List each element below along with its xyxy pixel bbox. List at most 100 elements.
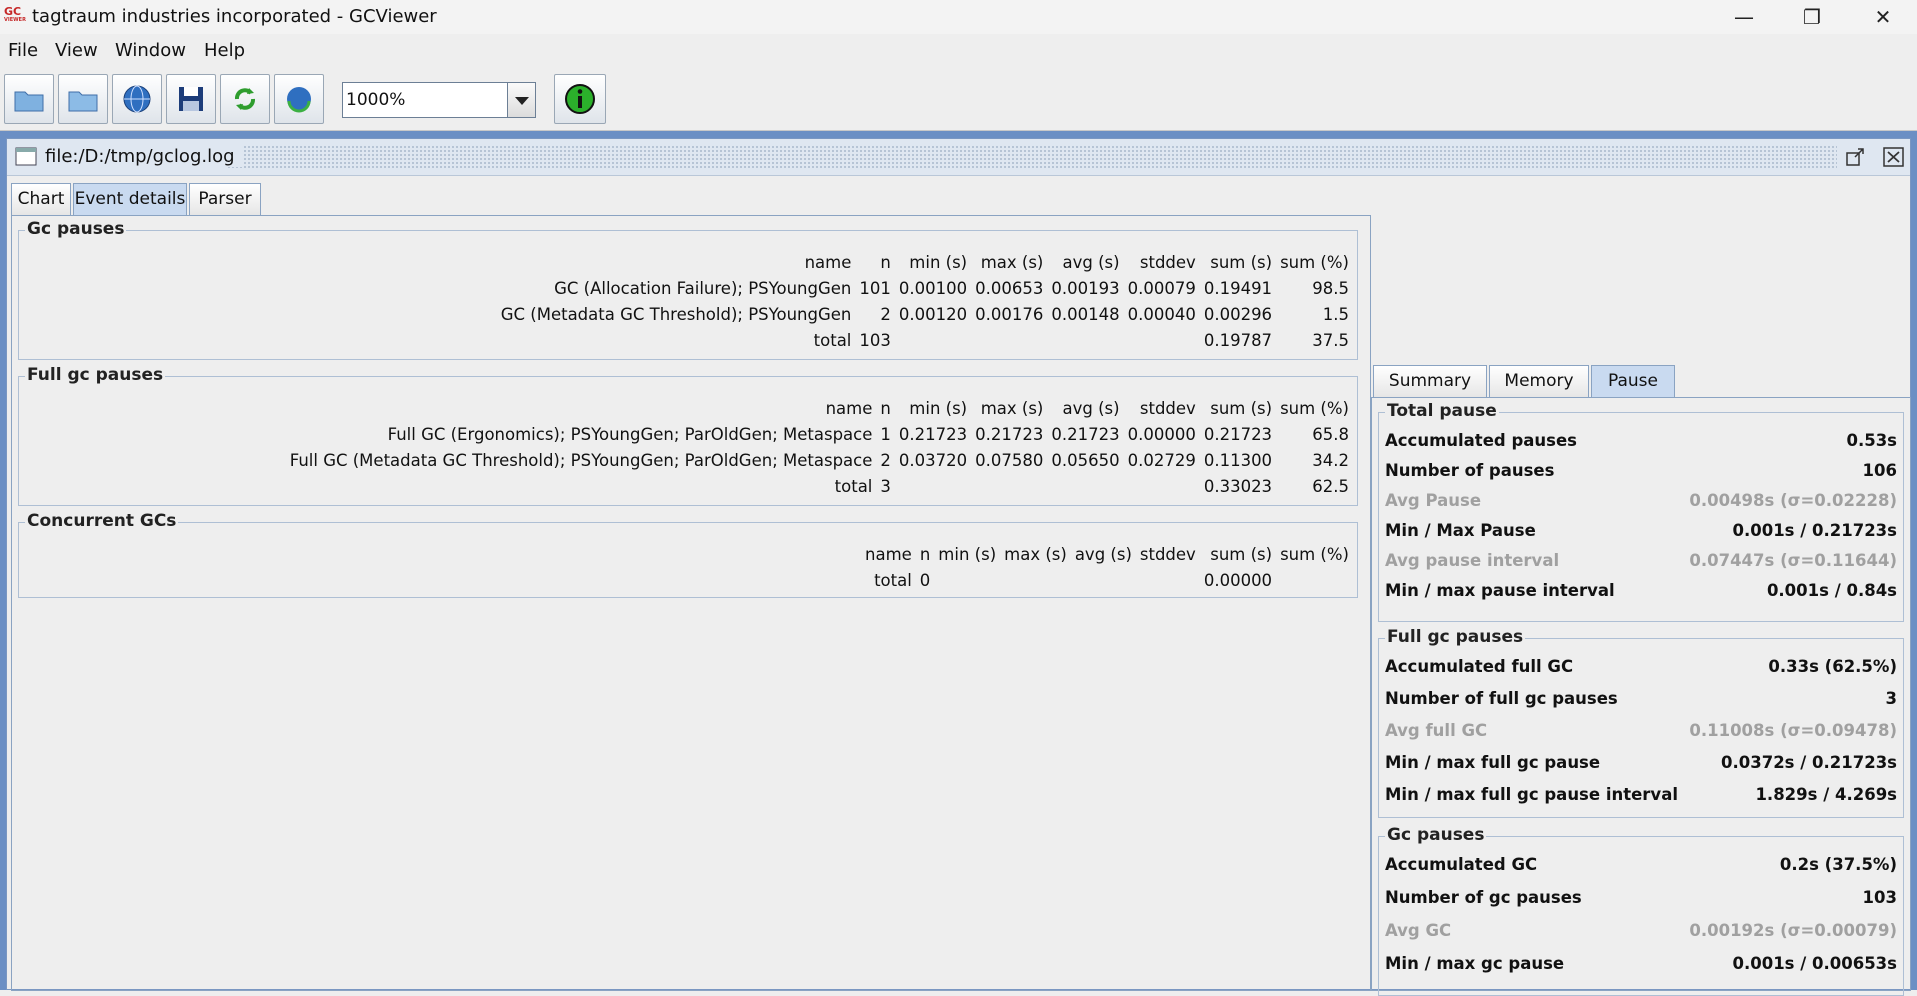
table-total-row: total 3 0.33023 62.5 — [286, 473, 1353, 499]
gcviewer-logo-icon: GC VIEWER — [4, 5, 26, 23]
cell: 0.00193 — [1051, 278, 1120, 298]
cell: 0.00000 — [1127, 424, 1196, 444]
cell: 0.00176 — [975, 304, 1044, 324]
window-title: tagtraum industries incorporated - GCVie… — [32, 6, 437, 27]
cell — [934, 567, 1000, 593]
cell — [1276, 567, 1353, 593]
cell — [1124, 327, 1200, 353]
cell: 0.21723 — [1051, 424, 1120, 444]
header-cell: avg (s) — [1062, 398, 1120, 418]
cell — [895, 473, 971, 499]
table-header-row: name n min (s) max (s) avg (s) stddev su… — [286, 395, 1353, 421]
header-cell: min (s) — [909, 398, 968, 418]
cell: 0.02729 — [1127, 450, 1196, 470]
table-row: GC (Metadata GC Threshold); PSYoungGen 2… — [497, 301, 1353, 327]
cell — [971, 473, 1047, 499]
header-cell: sum (s) — [1210, 252, 1273, 272]
tab-parser[interactable]: Parser — [189, 183, 261, 215]
concurrent-gcs-group: Concurrent GCs name n min (s) max (s) av… — [18, 511, 1358, 598]
folder-icon — [68, 91, 98, 112]
zoom-combobox[interactable]: 1000% — [342, 82, 508, 118]
close-window-button[interactable]: ✕ — [1849, 0, 1917, 34]
watch-button[interactable] — [274, 74, 324, 124]
cell: 0.00120 — [898, 304, 968, 324]
refresh-icon — [235, 88, 255, 110]
zoom-dropdown-button[interactable] — [508, 82, 536, 118]
cell: GC (Metadata GC Threshold); PSYoungGen — [500, 304, 852, 324]
cell: 0.07580 — [975, 450, 1044, 470]
about-button[interactable] — [554, 74, 606, 124]
info-icon — [565, 84, 595, 114]
cell — [1136, 567, 1200, 593]
cell: 0.05650 — [1051, 450, 1120, 470]
table-row: Full GC (Ergonomics); PSYoungGen; ParOld… — [286, 421, 1353, 447]
cell: 65.8 — [1312, 424, 1349, 444]
event-details-panel: Gc pauses name n min (s) max (s) avg (s)… — [11, 215, 1371, 991]
cell: 98.5 — [1312, 278, 1349, 298]
globe-icon — [123, 85, 151, 113]
stat-row: Accumulated pauses 0.53s — [1385, 431, 1897, 450]
stat-row: Avg pause interval 0.07447s (σ=0.11644) — [1385, 551, 1897, 570]
cell: 0.33023 — [1203, 476, 1273, 496]
cell: 0.00100 — [898, 278, 968, 298]
cell: 0.00040 — [1127, 304, 1196, 324]
cell — [1047, 327, 1123, 353]
full-gc-summary-group: Full gc pauses Accumulated full GC 0.33s … — [1378, 627, 1904, 818]
header-cell: name — [865, 544, 912, 564]
cell: 0.00000 — [1203, 570, 1273, 590]
header-cell: max (s) — [1004, 544, 1067, 564]
stat-row: Avg full GC 0.11008s (σ=0.09478) — [1385, 721, 1897, 740]
menu-file[interactable]: File — [8, 40, 38, 61]
cell: 37.5 — [1312, 330, 1349, 350]
header-cell: n — [880, 252, 891, 272]
header-cell: n — [919, 544, 931, 564]
close-frame-icon[interactable] — [1883, 147, 1905, 167]
stat-row: Number of gc pauses 103 — [1385, 888, 1897, 907]
full-gc-pauses-table: name n min (s) max (s) avg (s) stddev su… — [286, 395, 1353, 499]
menu-view[interactable]: View — [55, 40, 98, 61]
cell: 1.5 — [1322, 304, 1349, 324]
export-button[interactable] — [166, 74, 216, 124]
restore-button[interactable]: ❐ — [1778, 0, 1846, 34]
header-cell: avg (s) — [1062, 252, 1120, 272]
stat-row: Min / max full gc pause interval 1.829s /… — [1385, 785, 1897, 804]
cell: 0.21723 — [898, 424, 968, 444]
table-row: GC (Allocation Failure); PSYoungGen 101 … — [497, 275, 1353, 301]
header-cell: n — [880, 398, 891, 418]
full-gc-pauses-title: Full gc pauses — [25, 365, 166, 385]
cell: 34.2 — [1312, 450, 1349, 470]
minimize-button[interactable]: — — [1710, 0, 1778, 34]
open-file-button[interactable] — [4, 74, 54, 124]
cell: 2 — [880, 450, 891, 470]
cell: 101 — [859, 278, 891, 298]
concurrent-gcs-table: name n min (s) max (s) avg (s) stddev su… — [861, 541, 1353, 593]
open-url-button[interactable] — [112, 74, 162, 124]
title-bar: GC VIEWER tagtraum industries incorporate… — [0, 0, 1917, 35]
tab-event-details[interactable]: Event details — [73, 183, 187, 215]
tab-memory[interactable]: Memory — [1489, 365, 1589, 397]
refresh-button[interactable] — [220, 74, 270, 124]
header-cell: sum (%) — [1280, 252, 1349, 272]
stat-row: Avg Pause 0.00498s (σ=0.02228) — [1385, 491, 1897, 510]
menu-help[interactable]: Help — [204, 40, 245, 61]
cell: 0.21723 — [1203, 424, 1273, 444]
tab-chart[interactable]: Chart — [11, 183, 71, 215]
table-total-row: total 103 0.19787 37.5 — [497, 327, 1353, 353]
cell: 1 — [880, 424, 891, 444]
document-icon — [15, 147, 37, 166]
open-series-button[interactable] — [58, 74, 108, 124]
menu-window[interactable]: Window — [115, 40, 186, 61]
maximize-frame-icon[interactable] — [1845, 147, 1867, 167]
floppy-disk-icon — [179, 87, 203, 111]
cell: 62.5 — [1312, 476, 1349, 496]
cell: 0.11300 — [1203, 450, 1273, 470]
header-cell: min (s) — [938, 544, 997, 564]
full-gc-summary-title: Full gc pauses — [1385, 627, 1526, 647]
stat-row: Min / max gc pause 0.001s / 0.00653s — [1385, 954, 1897, 973]
pause-panel: Total pause Accumulated pauses 0.53s Numb… — [1371, 397, 1911, 996]
gc-pauses-title: Gc pauses — [25, 219, 127, 239]
tab-pause[interactable]: Pause — [1591, 365, 1675, 397]
tab-summary[interactable]: Summary — [1373, 365, 1487, 397]
concurrent-gcs-title: Concurrent GCs — [25, 511, 179, 531]
cell: total — [834, 476, 873, 496]
